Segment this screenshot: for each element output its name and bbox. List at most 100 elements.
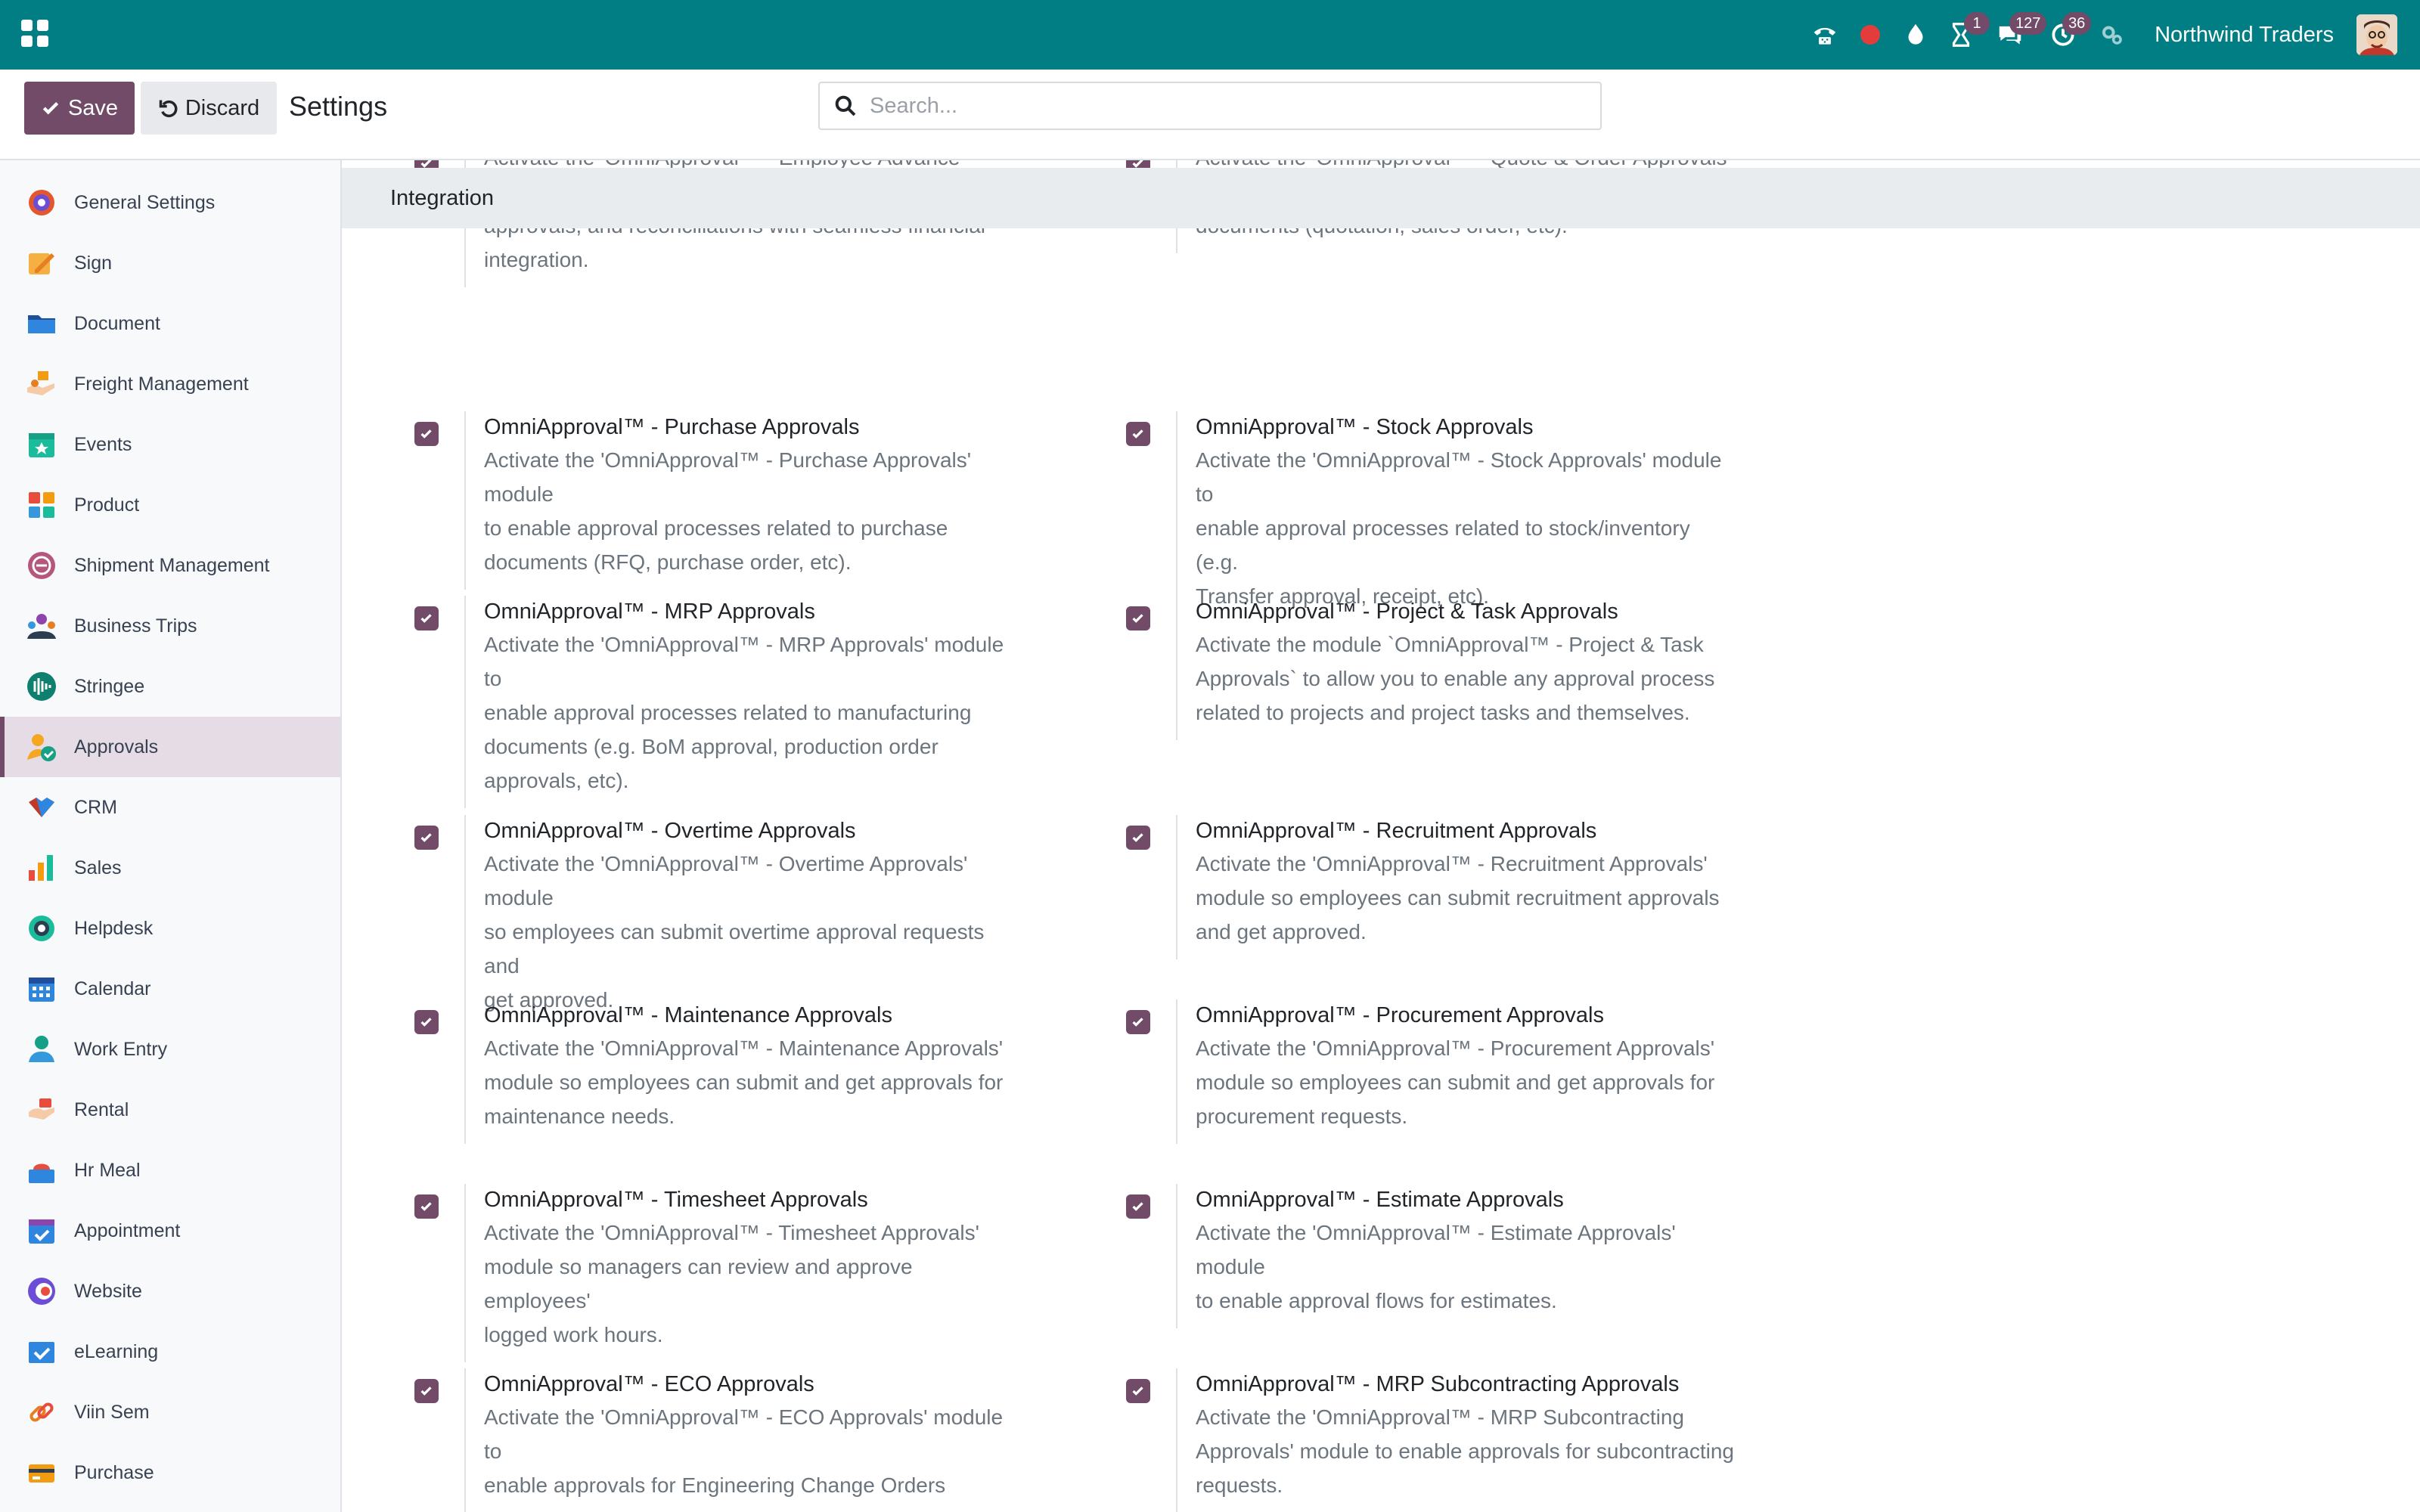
search-box[interactable] [818,82,1602,130]
control-panel: Save Discard Settings [0,70,2420,160]
setting-item: OmniApproval™ - Estimate Approvals Activa… [1056,1184,1736,1328]
discard-button[interactable]: Discard [141,82,277,135]
sales-icon [26,852,57,884]
sidebar-item-website[interactable]: Website [0,1261,340,1321]
calendar-icon [26,973,57,1005]
setting-body: OmniApproval™ - MRP Subcontracting Appro… [1176,1368,1736,1512]
sidebar-item-elearning[interactable]: eLearning [0,1321,340,1382]
checkmark-icon [1132,1018,1143,1027]
sidebar-item-crm[interactable]: CRM [0,777,340,838]
sidebar-item-label: Calendar [74,978,151,999]
company-name[interactable]: Northwind Traders [2155,23,2334,48]
elearning-icon [26,1336,57,1368]
setting-description-line: Activate the 'OmniApproval™ - Purchase A… [484,448,972,506]
setting-checkbox[interactable] [414,422,439,446]
sidebar-item-approvals[interactable]: Approvals [0,717,340,777]
setting-description-line: Activate the 'OmniApproval™ - Procuremen… [1196,1036,1715,1060]
setting-description-line: Activate the 'OmniApproval™ - Timesheet … [484,1221,979,1244]
freight-icon [26,368,57,400]
helpdesk-icon [26,912,57,944]
setting-title: OmniApproval™ - Procurement Approvals [1196,1003,1604,1027]
sidebar-item-label: Document [74,312,160,334]
setting-checkbox[interactable] [1126,606,1150,631]
setting-description-line: Activate the 'OmniApproval™ - Stock Appr… [1196,448,1722,506]
setting-description-line: Activate the 'OmniApproval™ - ECO Approv… [484,1405,1004,1463]
setting-description-line: Activate the 'OmniApproval™ - Maintenanc… [484,1036,1004,1060]
document-icon [26,308,57,339]
settings-content: Integration Activate the 'OmniApproval™ … [342,160,2420,1512]
setting-checkbox[interactable] [414,1194,439,1219]
sidebar-item-appointment[interactable]: Appointment [0,1201,340,1261]
setting-description-line: Approvals' module to enable approvals fo… [1196,1439,1734,1463]
setting-checkbox[interactable] [1126,1194,1150,1219]
setting-description-line: logged work hours. [484,1323,663,1346]
phone-icon[interactable] [1802,0,1848,70]
sidebar-item-shipment-management[interactable]: Shipment Management [0,535,340,596]
business-trips-icon [26,610,57,642]
sidebar-item-hr-meal[interactable]: Hr Meal [0,1140,340,1201]
setting-checkbox[interactable] [414,826,439,850]
clock-icon[interactable]: 36 [2037,0,2092,70]
sidebar-item-label: Events [74,433,132,455]
setting-checkbox[interactable] [1126,422,1150,446]
sidebar-item-label: Appointment [74,1219,181,1241]
setting-checkbox[interactable] [414,606,439,631]
switch-company-gears-icon[interactable] [2090,0,2135,70]
sidebar-item-events[interactable]: Events [0,414,340,475]
setting-description-line: module so employees can submit and get a… [484,1070,1004,1094]
sidebar-item-label: Hr Meal [74,1159,141,1181]
sidebar-item-document[interactable]: Document [0,293,340,354]
setting-body: OmniApproval™ - Timesheet Approvals Activ… [464,1184,1022,1362]
sidebar-item-work-entry[interactable]: Work Entry [0,1019,340,1080]
setting-title: OmniApproval™ - Timesheet Approvals [484,1188,868,1212]
sidebar-item-sign[interactable]: Sign [0,233,340,293]
sidebar-item-freight-management[interactable]: Freight Management [0,354,340,414]
sidebar-item-rental[interactable]: Rental [0,1080,340,1140]
sidebar-item-sales[interactable]: Sales [0,838,340,898]
sidebar-item-label: Helpdesk [74,917,154,939]
sidebar-item-stringee[interactable]: Stringee [0,656,340,717]
sidebar-item-viin-sem[interactable]: Viin Sem [0,1382,340,1442]
apps-menu-icon[interactable] [21,20,48,47]
setting-item: OmniApproval™ - ECO Approvals Activate th… [342,1368,1022,1512]
sidebar-item-general-settings[interactable]: General Settings [0,172,340,233]
setting-title: OmniApproval™ - Maintenance Approvals [484,1003,892,1027]
checkmark-icon [1132,614,1143,623]
sidebar-item-calendar[interactable]: Calendar [0,959,340,1019]
setting-description-line: procurement requests. [1196,1105,1408,1128]
activity-hourglass-icon[interactable]: 1 [1938,0,1990,70]
user-avatar[interactable] [2356,14,2397,55]
undo-icon [159,100,178,118]
setting-title: OmniApproval™ - MRP Subcontracting Appro… [1196,1372,1680,1396]
sidebar-item-helpdesk[interactable]: Helpdesk [0,898,340,959]
hr-meal-icon [26,1154,57,1186]
setting-description-line: to enable approval processes related to … [484,516,948,540]
sidebar-item-purchase[interactable]: Purchase [0,1442,340,1503]
page-title: Settings [289,91,388,122]
drop-icon[interactable] [1893,0,1938,70]
search-input[interactable] [870,93,1550,119]
setting-description-line: documents (RFQ, purchase order, etc). [484,550,852,574]
sidebar-item-product[interactable]: Product [0,475,340,535]
discard-label: Discard [185,95,260,120]
setting-checkbox[interactable] [1126,1010,1150,1034]
setting-item: OmniApproval™ - MRP Subcontracting Appro… [1056,1368,1736,1512]
viin-sem-icon [26,1396,57,1428]
setting-title: OmniApproval™ - Project & Task Approvals [1196,600,1618,624]
setting-description-line: Activate the 'OmniApproval™ - MRP Subcon… [1196,1405,1684,1429]
checkmark-icon [1132,1202,1143,1211]
setting-checkbox[interactable] [1126,826,1150,850]
recording-icon[interactable] [1848,0,1893,70]
setting-checkbox[interactable] [1126,1379,1150,1403]
setting-checkbox[interactable] [414,1379,439,1403]
purchase-icon [26,1457,57,1489]
clock-badge: 36 [2062,12,2092,35]
save-button[interactable]: Save [24,82,135,135]
work-entry-icon [26,1033,57,1065]
checkmark-icon [420,429,432,438]
setting-item: OmniApproval™ - Project & Task Approvals… [1056,596,1736,740]
setting-checkbox[interactable] [414,1010,439,1034]
messages-icon[interactable]: 127 [1984,0,2047,70]
sidebar-item-label: Sign [74,252,113,274]
sidebar-item-business-trips[interactable]: Business Trips [0,596,340,656]
